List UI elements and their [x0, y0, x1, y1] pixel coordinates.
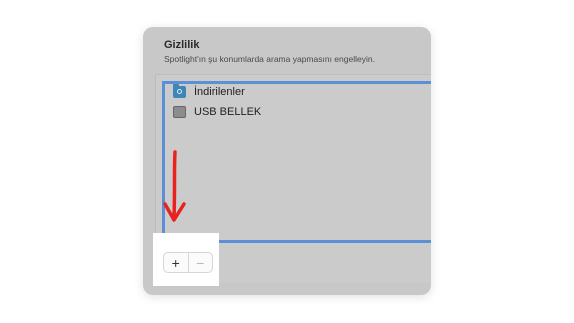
list-item[interactable]: USB BELLEK: [173, 104, 261, 120]
add-remove-button-group: + −: [163, 252, 213, 273]
usb-drive-icon: [173, 106, 186, 118]
red-arrow-annotation-icon: [163, 150, 186, 222]
downloads-folder-icon: [173, 84, 186, 98]
list-item-label: USB BELLEK: [194, 106, 262, 118]
screenshot-stage: Gizlilik Spotlight'ın şu konumlarda aram…: [0, 0, 574, 323]
list-item-label: İndirilenler: [194, 86, 245, 98]
remove-button[interactable]: −: [187, 253, 213, 272]
panel-title: Gizlilik: [164, 39, 200, 51]
list-item[interactable]: İndirilenler: [173, 84, 245, 100]
add-button[interactable]: +: [164, 253, 188, 272]
panel-subtitle: Spotlight'ın şu konumlarda arama yapması…: [164, 54, 375, 64]
